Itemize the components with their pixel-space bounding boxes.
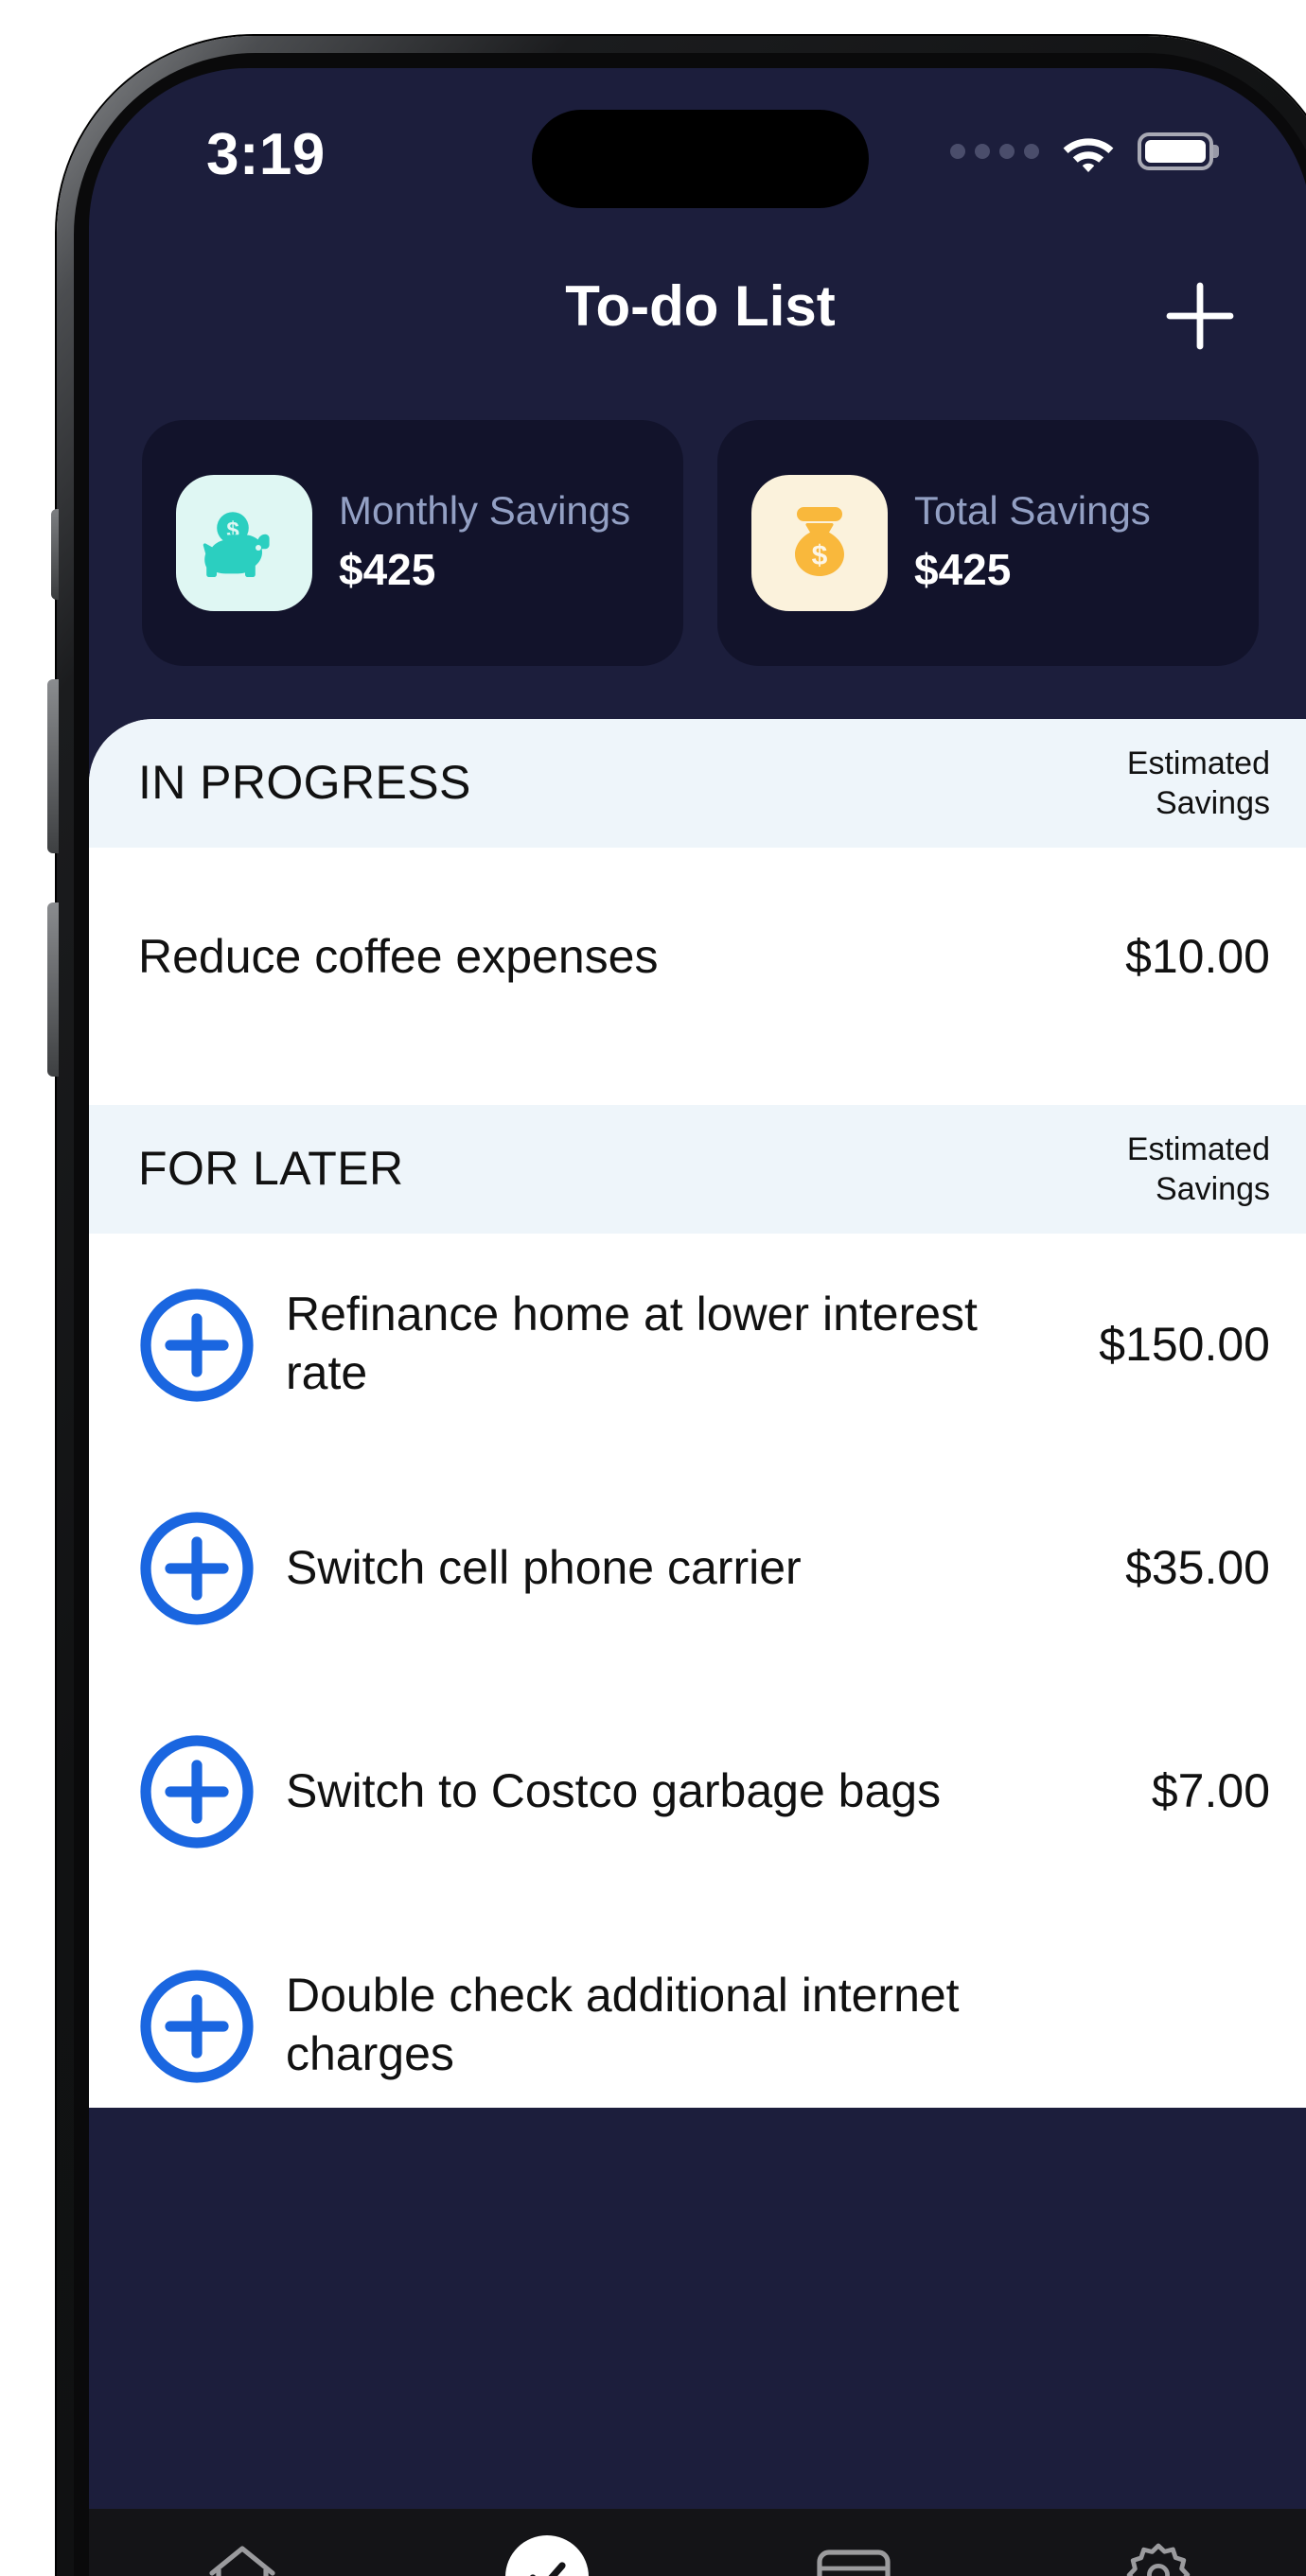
table-row[interactable]: Switch to Costco garbage bags $7.00 xyxy=(89,1680,1306,1903)
todo-item-name: Switch cell phone carrier xyxy=(286,1541,802,1594)
monthly-savings-text: Monthly Savings $425 xyxy=(339,488,630,598)
page-title: To-do List xyxy=(565,276,836,339)
section-header-in-progress: IN PROGRESS Estimated Savings xyxy=(89,719,1306,848)
money-bag-icon: $ xyxy=(795,507,844,576)
table-row[interactable]: Double check additional internet charges xyxy=(89,1903,1306,2108)
volume-down-button[interactable] xyxy=(47,902,59,1077)
piggy-bank-icon-tile: $ xyxy=(176,475,312,611)
section-header-for-later: FOR LATER Estimated Savings xyxy=(89,1105,1306,1234)
tab-settings[interactable]: Settings xyxy=(1006,2535,1306,2576)
signal-dots-icon xyxy=(950,144,1039,159)
todo-item-name: Switch to Costco garbage bags xyxy=(286,1764,942,1817)
savings-summary-cards: $ Monthly Savings $425 $ Total Savings $… xyxy=(89,420,1306,666)
status-time: 3:19 xyxy=(206,121,326,187)
bottom-tab-bar: Home To-do xyxy=(89,2509,1306,2576)
todo-item-amount: $10.00 xyxy=(1125,930,1270,983)
status-indicators xyxy=(950,131,1213,172)
volume-up-button[interactable] xyxy=(47,679,59,853)
phone-device: 3:19 To-do List $ Monthly Savings $425 $… xyxy=(47,36,1306,2576)
check-circle-icon-wrap xyxy=(505,2535,590,2576)
section-subheader-estimated-savings-1: Estimated Savings xyxy=(1126,745,1270,821)
todo-item-name: Refinance home at lower interest rate xyxy=(286,1288,978,1400)
credit-card-icon-wrap xyxy=(816,2535,891,2576)
tab-todo[interactable]: To-do xyxy=(395,2535,700,2576)
total-savings-text: Total Savings $425 xyxy=(914,488,1151,598)
money-bag-icon-tile: $ xyxy=(751,475,888,611)
battery-full-icon xyxy=(1138,132,1213,170)
gear-icon xyxy=(1127,2543,1191,2576)
plus-icon[interactable] xyxy=(1156,272,1244,359)
wifi-icon xyxy=(1063,138,1114,172)
total-savings-card[interactable]: $ Total Savings $425 xyxy=(717,420,1259,666)
todo-item-name: Reduce coffee expenses xyxy=(138,930,659,983)
screenshot-canvas: 3:19 To-do List $ Monthly Savings $425 $… xyxy=(0,0,1306,2576)
svg-text:$: $ xyxy=(812,540,828,571)
tab-transactions[interactable]: Transactions xyxy=(700,2535,1006,2576)
section-title-for-later: FOR LATER xyxy=(138,1142,404,1195)
circle-plus-icon[interactable] xyxy=(138,1733,256,1850)
table-row[interactable]: Refinance home at lower interest rate $1… xyxy=(89,1234,1306,1457)
for-later-list: Refinance home at lower interest rate $1… xyxy=(89,1234,1306,2108)
todo-item-amount: $35.00 xyxy=(1125,1541,1270,1594)
list-spacer xyxy=(89,1052,1306,1105)
tab-home[interactable]: Home xyxy=(89,2535,395,2576)
table-row[interactable]: Reduce coffee expenses $10.00 xyxy=(89,848,1306,1052)
section-title-in-progress: IN PROGRESS xyxy=(138,756,471,809)
silent-switch[interactable] xyxy=(51,509,59,600)
todo-list-sheet: IN PROGRESS Estimated Savings Reduce cof… xyxy=(89,719,1306,2108)
table-row[interactable]: Switch cell phone carrier $35.00 xyxy=(89,1457,1306,1680)
monthly-savings-value: $425 xyxy=(339,545,436,594)
monthly-savings-label: Monthly Savings xyxy=(339,490,631,534)
todo-item-amount: $7.00 xyxy=(1151,1764,1270,1817)
piggy-bank-icon: $ xyxy=(203,512,270,577)
circle-plus-icon[interactable] xyxy=(138,1968,256,2085)
todo-item-name: Double check additional internet charges xyxy=(286,1970,960,2081)
circle-plus-icon[interactable] xyxy=(138,1510,256,1627)
app-header: To-do List xyxy=(89,242,1306,394)
gear-icon-wrap xyxy=(1123,2535,1195,2576)
todo-item-amount: $150.00 xyxy=(1099,1318,1270,1371)
home-icon-wrap xyxy=(206,2535,278,2576)
credit-card-icon xyxy=(816,2550,891,2576)
total-savings-label: Total Savings xyxy=(914,490,1151,534)
monthly-savings-card[interactable]: $ Monthly Savings $425 xyxy=(142,420,683,666)
dynamic-island xyxy=(532,110,869,208)
section-subheader-estimated-savings-2: Estimated Savings xyxy=(1126,1131,1270,1207)
home-icon xyxy=(208,2546,275,2576)
circle-plus-icon[interactable] xyxy=(138,1287,256,1404)
total-savings-value: $425 xyxy=(914,545,1012,594)
phone-screen: 3:19 To-do List $ Monthly Savings $425 $… xyxy=(89,68,1306,2576)
in-progress-list: Reduce coffee expenses $10.00 xyxy=(89,848,1306,1105)
check-circle-icon xyxy=(505,2535,590,2576)
